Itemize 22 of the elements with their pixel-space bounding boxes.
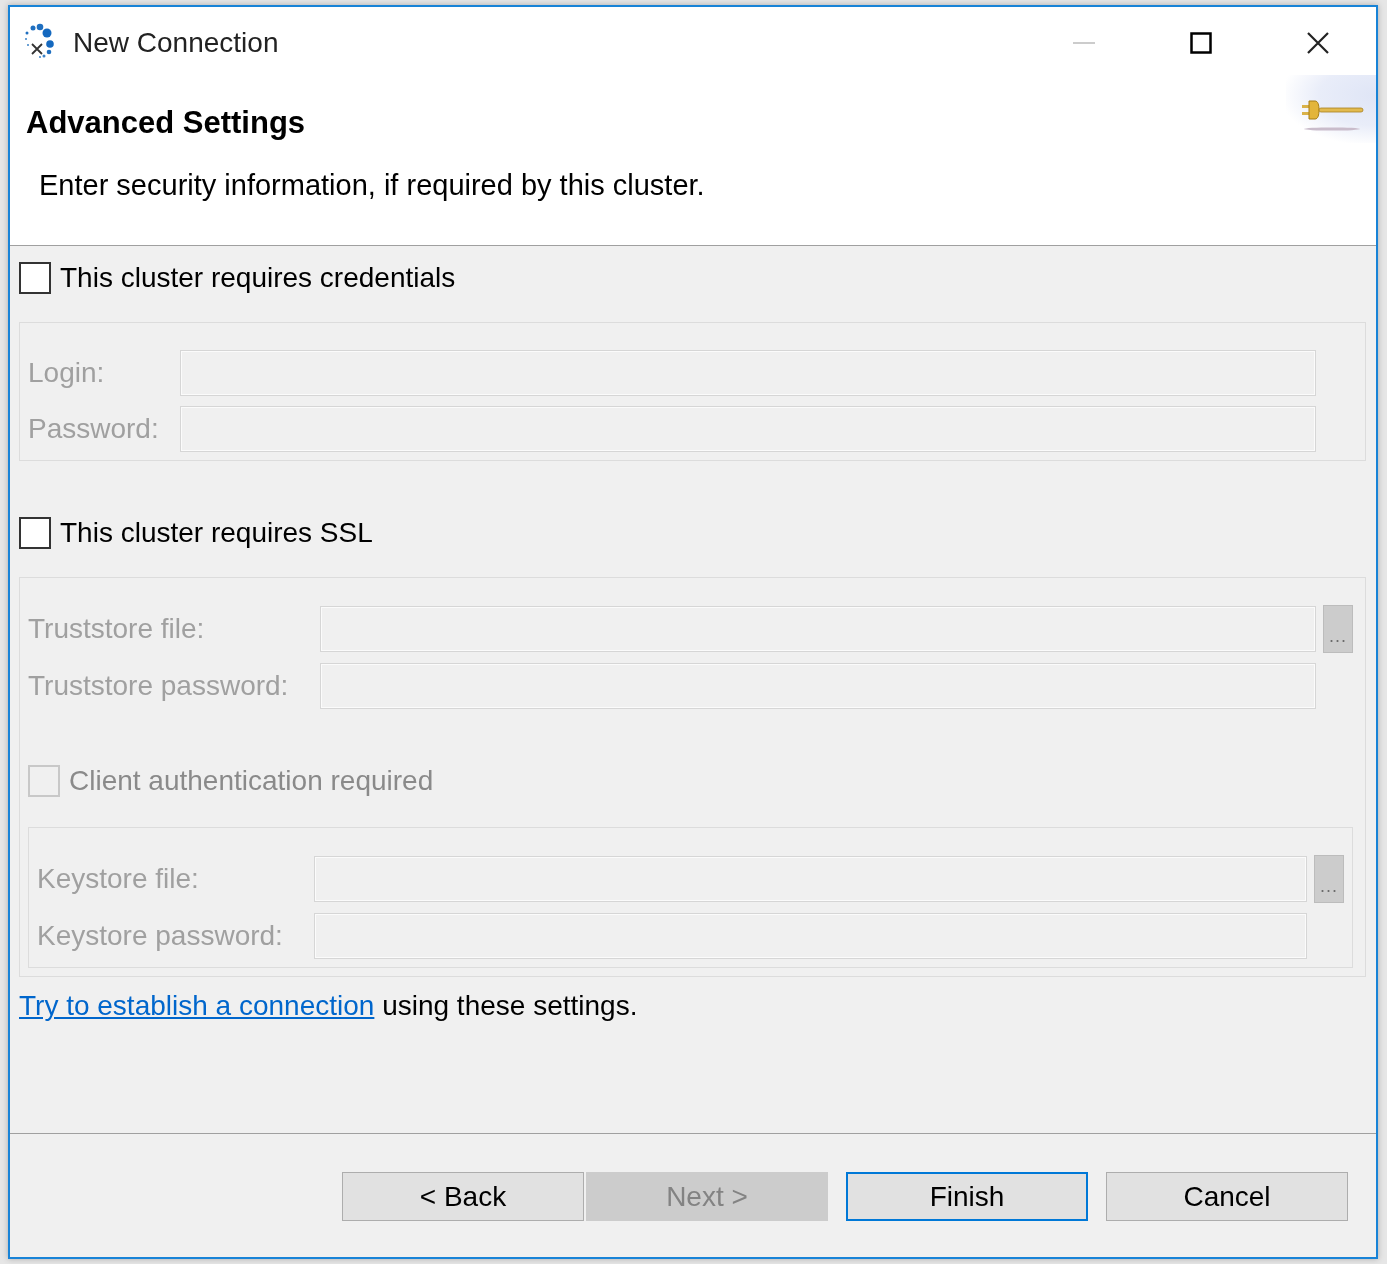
field-label: Keystore password: [37, 920, 284, 952]
checkbox[interactable] [19, 517, 51, 549]
checkbox-label: This cluster requires credentials [60, 262, 456, 294]
checkbox[interactable] [19, 262, 51, 294]
page-title: Advanced Settings [26, 105, 306, 141]
checkbox-label: This cluster requires SSL [60, 517, 373, 549]
plug-icon [1302, 99, 1364, 133]
wizard-button[interactable]: Cancel [1106, 1172, 1348, 1221]
window-title: New Connection [73, 27, 279, 59]
close-icon[interactable] [1306, 32, 1329, 54]
field-label: Truststore password: [28, 670, 290, 702]
page-description: Enter security information, if required by this cluster. [39, 169, 705, 202]
test-connection-link[interactable]: Try to establish a connection [19, 990, 375, 1021]
wizard-button[interactable]: < Back [342, 1172, 584, 1221]
checkbox-label: Client authentication required [69, 765, 434, 797]
field-label: Password: [28, 413, 160, 445]
maximize-icon[interactable] [1189, 32, 1212, 54]
field-label: Keystore file: [37, 863, 200, 895]
test-connection-text: Try to establish a connection using these settings. [19, 990, 639, 1022]
field-label: Truststore file: [28, 613, 206, 645]
field-label: Login: [28, 357, 106, 389]
wizard-button[interactable]: Finish [846, 1172, 1088, 1221]
